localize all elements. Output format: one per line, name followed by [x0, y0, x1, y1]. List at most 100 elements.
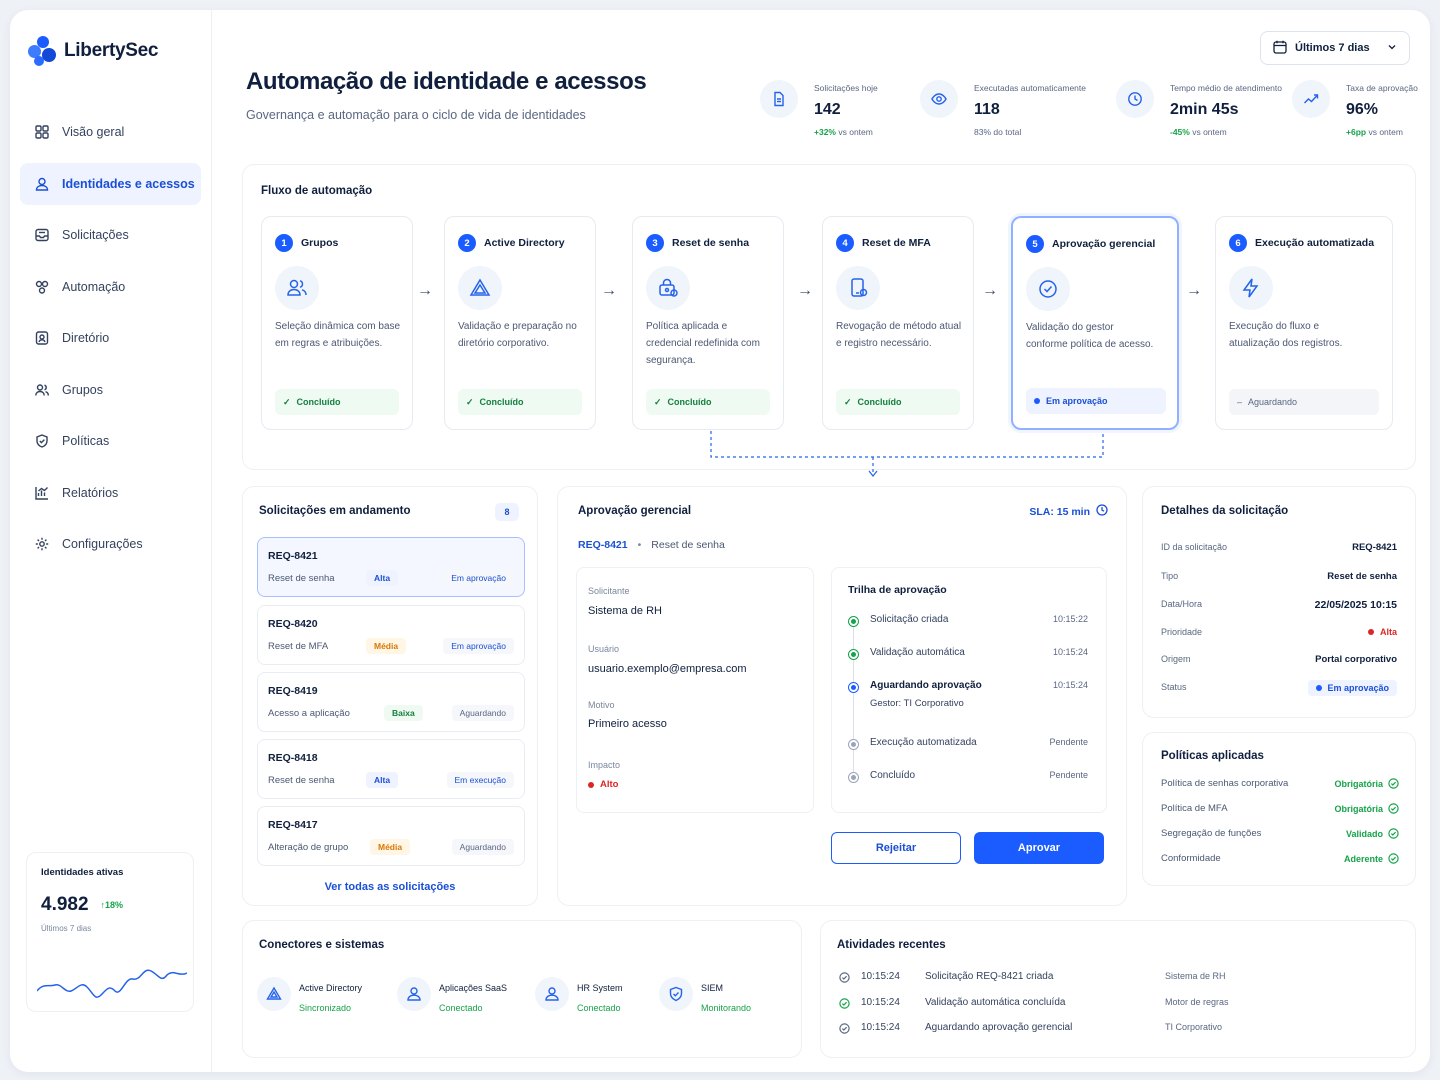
- status-badge: Em aprovação: [443, 570, 514, 586]
- kpi-tempo-medio: Tempo médio de atendimento 2min 45s -45%…: [1116, 80, 1286, 150]
- step-description: Execução do fluxo e atualização dos regi…: [1229, 321, 1343, 349]
- identity-card-title: Identidades ativas: [41, 867, 124, 878]
- check-circle-icon: [1388, 853, 1399, 864]
- check-circle-icon: [1026, 267, 1070, 311]
- connector-saas[interactable]: Aplicações SaaS Conectado: [397, 977, 527, 1017]
- dash-icon: –: [1237, 397, 1243, 407]
- brand-name: LibertySec: [64, 40, 159, 61]
- activity-text: Solicitação REQ-8421 criada: [925, 971, 1054, 982]
- policy-status: Validado: [1346, 828, 1399, 839]
- sidebar-item-grupos[interactable]: Grupos: [20, 369, 201, 411]
- flow-connector: [710, 431, 1104, 477]
- identity-card-period: Últimos 7 dias: [41, 924, 92, 933]
- document-icon: [760, 80, 798, 118]
- kpi-solicitacoes-hoje: Solicitações hoje 142 +32% vs ontem: [760, 80, 930, 150]
- pending-step-icon: [848, 772, 859, 783]
- step-status: – Aguardando: [1229, 389, 1379, 415]
- field-label-usuario: Usuário: [588, 644, 620, 654]
- view-all-requests-link[interactable]: Ver todas as solicitações: [243, 881, 537, 893]
- trail-step: Execução automatizada Pendente: [848, 737, 1088, 753]
- request-type: Acesso a aplicação: [268, 708, 350, 719]
- clock-icon: [839, 972, 850, 986]
- sidebar-item-visao-geral[interactable]: Visão geral: [20, 111, 201, 153]
- step-status-label: Concluído: [857, 397, 902, 407]
- date-range-dropdown[interactable]: Últimos 7 dias: [1260, 31, 1410, 65]
- flow-step-grupos[interactable]: 1 Grupos Seleção dinâmica com base em reg…: [261, 216, 413, 430]
- identity-card-value-row: 4.982 ↑18%: [41, 894, 179, 916]
- check-icon: ✓: [283, 396, 291, 407]
- priority-badge: Alta: [366, 570, 399, 586]
- priority-badge: Média: [370, 839, 411, 855]
- status-badge: Em aprovação: [443, 638, 514, 654]
- request-details-card: Detalhes da solicitação ID da solicitaçã…: [1142, 486, 1416, 718]
- connector-active-directory[interactable]: Active Directory Sincronizado: [257, 977, 387, 1017]
- sidebar-item-relatorios[interactable]: Relatórios: [20, 472, 201, 514]
- lock-icon: [646, 266, 690, 310]
- approval-ref-id[interactable]: REQ-8421: [578, 539, 628, 551]
- request-row[interactable]: REQ-8421 Reset de senha Alta Em aprovaçã…: [257, 537, 525, 597]
- connector-siem[interactable]: SIEM Monitorando: [659, 977, 789, 1017]
- sidebar-item-configuracoes[interactable]: Configurações: [20, 523, 201, 565]
- check-circle-icon: [848, 616, 859, 627]
- policy-name: Segregação de funções: [1161, 828, 1262, 839]
- step-status: Em aprovação: [1026, 388, 1166, 414]
- arrow-right-icon: →: [417, 282, 433, 299]
- flow-step-reset-mfa[interactable]: 4 Reset de MFA Revogação de método atual …: [822, 216, 974, 430]
- detail-row: Origem Portal corporativo: [1161, 654, 1397, 668]
- request-row[interactable]: REQ-8420 Reset de MFA Média Em aprovação: [257, 605, 525, 665]
- kpi-label: Solicitações hoje: [814, 83, 878, 93]
- separator-dot: •: [637, 539, 642, 551]
- connector-hr-system[interactable]: HR System Conectado: [535, 977, 665, 1017]
- trail-step-time: 10:15:24: [1052, 680, 1088, 690]
- logo[interactable]: LibertySec: [28, 36, 158, 66]
- step-status-label: Concluído: [667, 397, 712, 407]
- arrow-right-icon: →: [982, 282, 998, 299]
- flow-step-active-directory[interactable]: 2 Active Directory Validação e preparação…: [444, 216, 596, 430]
- step-title: Reset de senha: [672, 237, 750, 249]
- reject-button[interactable]: Rejeitar: [831, 832, 961, 864]
- gear-icon: [34, 536, 50, 552]
- check-icon: ✓: [844, 396, 852, 407]
- check-circle-icon: [1388, 778, 1399, 789]
- sidebar-item-solicitacoes[interactable]: Solicitações: [20, 214, 201, 256]
- logo-icon: [28, 36, 56, 66]
- sidebar-item-diretorio[interactable]: Diretório: [20, 317, 201, 359]
- check-circle-icon: [839, 1023, 850, 1037]
- step-number: 2: [458, 234, 476, 252]
- step-title: Active Directory: [484, 237, 565, 249]
- kpi-label: Executadas automaticamente: [974, 83, 1086, 93]
- sidebar-item-automacao[interactable]: Automação: [20, 266, 201, 308]
- sidebar-nav: Visão geral Identidades e acessos Solici…: [20, 111, 201, 575]
- request-row[interactable]: REQ-8417 Alteração de grupo Média Aguard…: [257, 806, 525, 866]
- request-id: REQ-8419: [268, 685, 318, 697]
- impact-label: Alto: [600, 779, 619, 790]
- request-row[interactable]: REQ-8418 Reset de senha Alta Em execução: [257, 739, 525, 799]
- sidebar-item-politicas[interactable]: Políticas: [20, 420, 201, 462]
- policy-row: Política de MFA Obrigatória: [1161, 803, 1399, 817]
- detail-value: Reset de senha: [1327, 571, 1397, 582]
- flow-step-execucao-automatizada[interactable]: 6 Execução automatizada Execução do fluxo…: [1215, 216, 1393, 430]
- details-title: Detalhes da solicitação: [1161, 505, 1289, 517]
- trail-step-text: Validação automática: [870, 647, 965, 658]
- kpi-delta-value: +6pp: [1346, 127, 1367, 137]
- field-value-solicitante: Sistema de RH: [588, 605, 662, 617]
- red-dot-icon: [1367, 629, 1374, 635]
- trail-step-time: Pendente: [1049, 737, 1088, 747]
- flow-step-aprovacao-gerencial[interactable]: 5 Aprovação gerencial Validação do gestor…: [1011, 216, 1179, 430]
- approve-button[interactable]: Aprovar: [974, 832, 1104, 864]
- kpi-delta: 83% do total: [974, 127, 1021, 137]
- detail-row: Status Em aprovação: [1161, 680, 1397, 698]
- step-number: 3: [646, 234, 664, 252]
- activity-source: Motor de regras: [1165, 997, 1229, 1007]
- detail-row: ID da solicitação REQ-8421: [1161, 542, 1397, 556]
- sidebar: LibertySec Visão geral Identidades e ace…: [10, 10, 212, 1072]
- step-status-label: Concluído: [479, 397, 524, 407]
- step-description: Revogação de método atual e registro nec…: [836, 321, 962, 349]
- kpi-taxa-aprovacao: Taxa de aprovação 96% +6pp vs ontem: [1292, 80, 1430, 150]
- page-title: Automação de identidade e acessos: [246, 68, 647, 95]
- flow-step-reset-senha[interactable]: 3 Reset de senha Política aplicada e cred…: [632, 216, 784, 430]
- kpi-label: Tempo médio de atendimento: [1170, 83, 1282, 93]
- sidebar-item-identidades[interactable]: Identidades e acessos: [20, 162, 201, 205]
- request-row[interactable]: REQ-8419 Acesso a aplicação Baixa Aguard…: [257, 672, 525, 732]
- activity-source: TI Corporativo: [1165, 1022, 1223, 1032]
